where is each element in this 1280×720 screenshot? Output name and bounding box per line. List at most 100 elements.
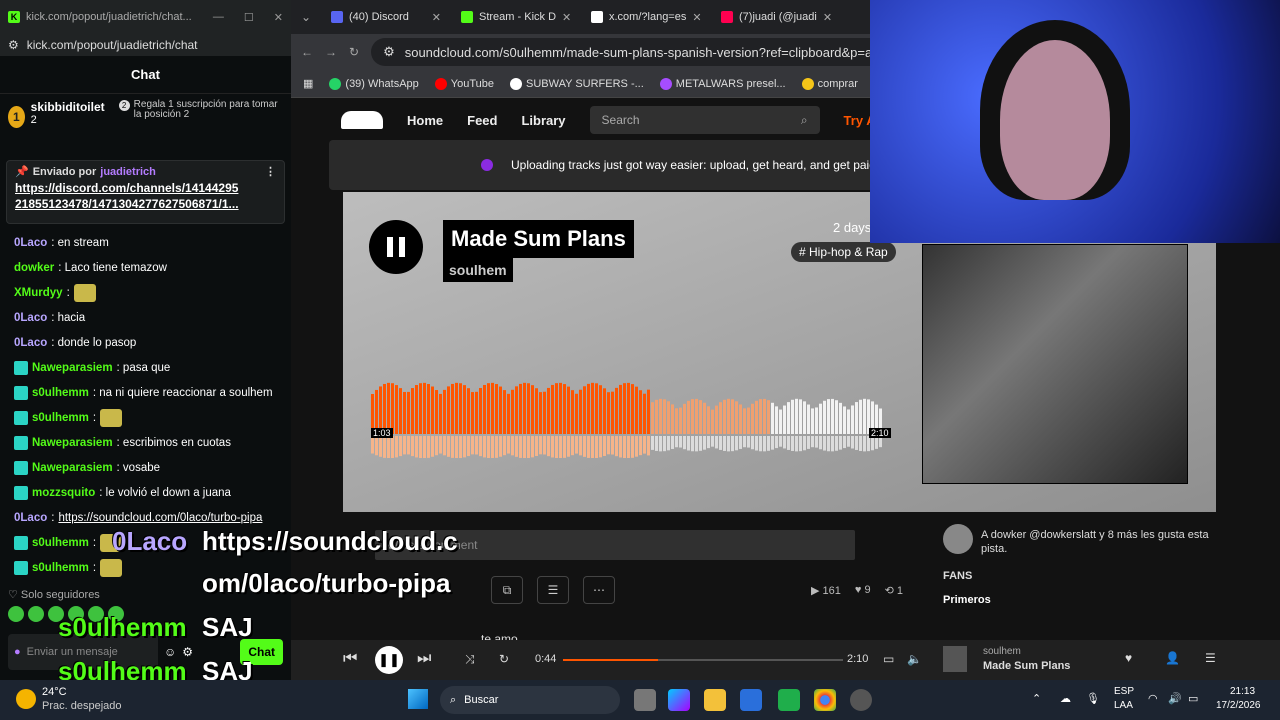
cast-icon[interactable]: ▭ (883, 652, 894, 666)
tab-close-icon[interactable]: ✕ (562, 11, 571, 24)
more-icon[interactable]: ⋮ (265, 165, 276, 178)
site-settings-icon[interactable]: ⚙ (8, 38, 19, 52)
chat-username[interactable]: 0Laco (14, 237, 47, 249)
volume-icon[interactable]: 🔈 (907, 652, 922, 666)
tab-discord[interactable]: (40) Discord ✕ (321, 0, 451, 34)
nav-library[interactable]: Library (521, 113, 565, 128)
shuffle-icon[interactable]: ⤨ (465, 652, 475, 667)
task-view-icon[interactable] (634, 689, 656, 711)
tab-close-icon[interactable]: ✕ (692, 11, 701, 24)
weather-condition[interactable]: Prac. despejado (42, 700, 122, 712)
whatsapp-icon[interactable] (778, 689, 800, 711)
chat-username[interactable]: s0ulhemm (32, 562, 89, 574)
battery-icon[interactable]: ▭ (1188, 692, 1198, 705)
pinned-user[interactable]: juadietrich (100, 166, 156, 178)
nav-feed[interactable]: Feed (467, 113, 497, 128)
clock-time[interactable]: 21:13 (1230, 686, 1255, 697)
gifter-name[interactable]: skibbiditoilet (31, 100, 105, 114)
chat-username[interactable]: s0ulhemm (32, 537, 89, 549)
store-icon[interactable] (740, 689, 762, 711)
follow-icon[interactable]: 👤 (1165, 651, 1180, 665)
bookmark-comprar[interactable]: comprar (801, 77, 858, 90)
chat-username[interactable]: XMurdyy (14, 287, 63, 299)
pause-button[interactable] (369, 220, 423, 274)
genre-tag[interactable]: # Hip-hop & Rap (791, 242, 896, 262)
weather-icon[interactable] (16, 689, 36, 709)
tab-close-icon[interactable]: ✕ (823, 11, 832, 24)
copy-link-button[interactable]: ⧉ (491, 576, 523, 604)
tray-chevron-icon[interactable]: ⌃ (1032, 692, 1041, 705)
bookmark-metalwars[interactable]: METALWARS presel... (659, 77, 786, 90)
language-1[interactable]: ESP (1114, 686, 1134, 697)
chat-username[interactable]: mozzsquito (32, 487, 95, 499)
forward-icon[interactable]: → (325, 45, 337, 59)
clock-date[interactable]: 17/2/2026 (1216, 700, 1261, 711)
pause-icon[interactable]: ❚❚ (375, 646, 403, 674)
obs-icon[interactable] (850, 689, 872, 711)
mic-icon[interactable]: 🎙 (1086, 692, 1100, 705)
close-icon[interactable]: ✕ (274, 11, 283, 24)
maximize-icon[interactable]: ☐ (244, 11, 254, 24)
taskbar-search[interactable]: ⌕ Buscar (440, 686, 620, 714)
waveform[interactable] (371, 378, 883, 458)
tab-search-icon[interactable]: ⌄ (291, 10, 321, 24)
chrome-icon[interactable] (814, 689, 836, 711)
more-button[interactable]: ⋯ (583, 576, 615, 604)
repeat-icon[interactable]: ↻ (499, 652, 509, 666)
pinned-link[interactable]: https://discord.com/channels/14144295 21… (15, 180, 276, 212)
weather-temp[interactable]: 24°C (42, 686, 67, 698)
chat-link[interactable]: https://soundcloud.com/0laco/turbo-pipa (58, 512, 262, 524)
search-input[interactable]: Search ⌕ (589, 106, 820, 134)
fans-tab-first[interactable]: Primeros (943, 594, 1213, 606)
chat-username[interactable]: 0Laco (14, 337, 47, 349)
emote-icon[interactable] (28, 606, 44, 622)
nav-home[interactable]: Home (407, 113, 443, 128)
bookmark-whatsapp[interactable]: (39) WhatsApp (329, 77, 419, 90)
file-explorer-icon[interactable] (704, 689, 726, 711)
volume-icon[interactable]: 🔊 (1168, 692, 1182, 705)
upload-banner[interactable]: Uploading tracks just got way easier: up… (329, 140, 889, 190)
language-2[interactable]: LAA (1114, 700, 1133, 711)
minimize-icon[interactable]: — (213, 11, 224, 24)
previous-icon[interactable]: ⏮ (343, 650, 357, 668)
mic-icon[interactable]: ● (14, 646, 21, 658)
chat-username[interactable]: Naweparasiem (32, 462, 113, 474)
onedrive-icon[interactable]: ☁ (1060, 692, 1071, 705)
bookmark-youtube[interactable]: YouTube (434, 77, 494, 90)
search-icon[interactable]: ⌕ (801, 113, 808, 128)
next-icon[interactable]: ⏭ (417, 650, 431, 668)
subway-icon (510, 77, 523, 90)
waveform-reflection (703, 436, 706, 450)
liker-avatar[interactable] (943, 524, 973, 554)
emote-icon[interactable] (8, 606, 24, 622)
reload-icon[interactable]: ↻ (349, 45, 359, 59)
bookmark-subway[interactable]: SUBWAY SURFERS -... (510, 77, 644, 90)
queue-icon[interactable]: ☰ (1205, 651, 1216, 665)
player-title[interactable]: Made Sum Plans (983, 660, 1070, 672)
player-progress[interactable] (563, 659, 843, 661)
player-artist[interactable]: soulhem (983, 646, 1021, 657)
track-artist[interactable]: soulhem (443, 258, 513, 282)
add-to-next-button[interactable]: ☰ (537, 576, 569, 604)
chat-username[interactable]: Naweparasiem (32, 362, 113, 374)
chat-username[interactable]: s0ulhemm (32, 412, 89, 424)
apps-icon[interactable]: ▦ (303, 77, 313, 90)
tab-tiktok[interactable]: (7)juadi (@juadi ✕ (711, 0, 841, 34)
copilot-icon[interactable] (668, 689, 690, 711)
site-info-icon[interactable]: ⚙ (383, 44, 395, 60)
tab-x[interactable]: x.com/?lang=es ✕ (581, 0, 711, 34)
chat-username[interactable]: s0ulhemm (32, 387, 89, 399)
tab-close-icon[interactable]: ✕ (432, 11, 441, 24)
gift-cta[interactable]: 2 Regala 1 suscripción para tomar la posi… (118, 100, 283, 120)
tab-kick[interactable]: Stream - Kick D ✕ (451, 0, 581, 34)
chat-username[interactable]: dowker (14, 262, 54, 274)
chat-username[interactable]: Naweparasiem (32, 437, 113, 449)
like-icon[interactable]: ♥ (1125, 651, 1132, 665)
wifi-icon[interactable]: ◠ (1148, 692, 1158, 705)
back-icon[interactable]: ← (301, 45, 313, 59)
chat-username[interactable]: 0Laco (14, 312, 47, 324)
player-artwork[interactable] (943, 646, 967, 672)
chat-username[interactable]: 0Laco (14, 512, 47, 524)
start-icon[interactable] (408, 689, 428, 709)
soundcloud-logo-icon[interactable] (341, 111, 383, 129)
